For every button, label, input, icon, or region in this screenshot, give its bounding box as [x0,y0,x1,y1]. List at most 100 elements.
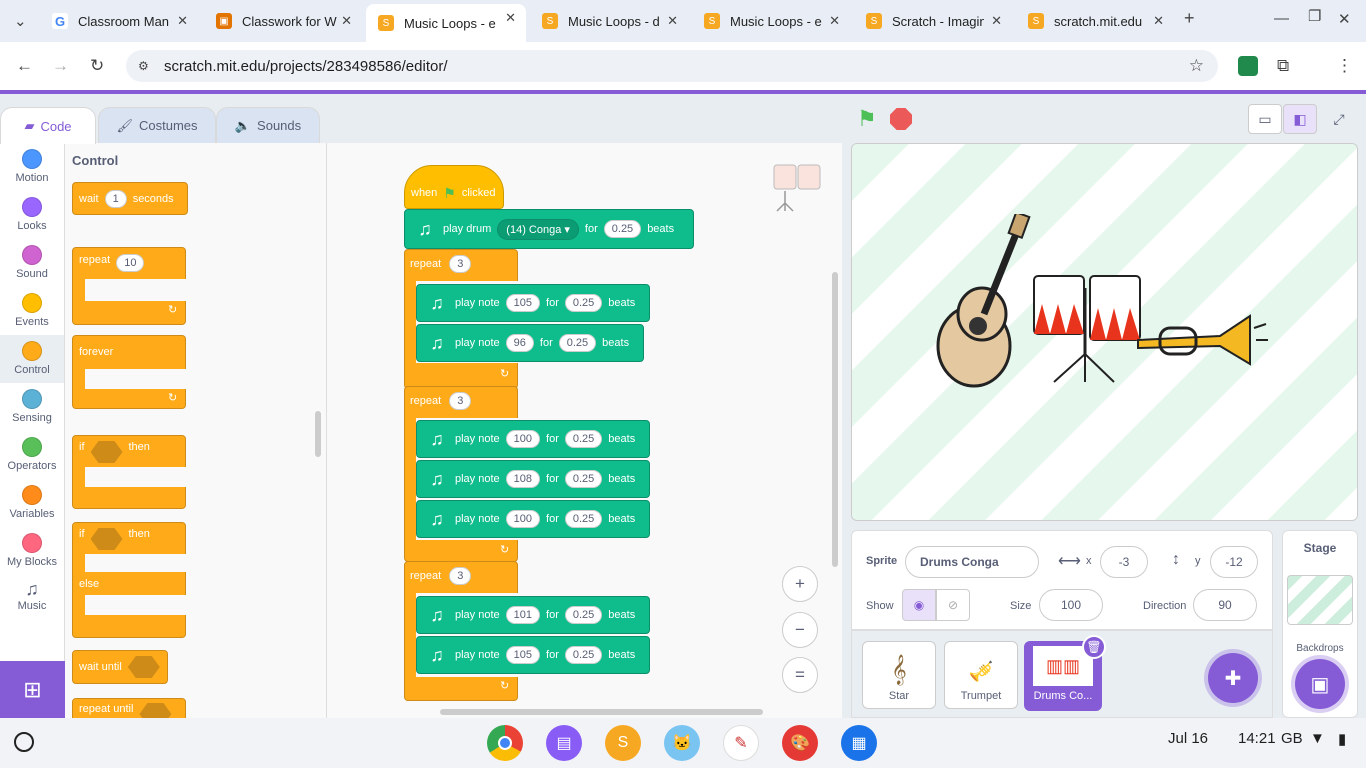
paint-app-icon[interactable]: 🎨 [782,725,818,761]
minimize-icon[interactable]: — [1274,10,1289,27]
chrome-app-icon[interactable] [487,725,523,761]
category-events[interactable]: Events [0,287,64,335]
add-extension-button[interactable]: ⊞ [0,661,65,718]
browser-tab-classwork[interactable]: ▣ Classwork for W ✕ [204,7,362,35]
green-flag-button[interactable]: ⚑ [857,106,877,132]
y-input[interactable]: -12 [1210,546,1258,578]
zoom-out-button[interactable]: − [782,612,818,648]
browser-tab-music-loops-2[interactable]: S Music Loops - d ✕ [530,7,688,35]
beats-input[interactable]: 0.25 [564,470,603,488]
block-play-note[interactable]: ♫ play note 101 for 0.25 beats [416,596,650,634]
category-motion[interactable]: Motion [0,143,64,191]
block-repeat-until[interactable]: repeat until [72,698,186,718]
category-operators[interactable]: Operators [0,431,64,479]
sprite-tile-trumpet[interactable]: 🎺 Trumpet [944,641,1018,709]
size-input[interactable]: 100 [1039,589,1103,621]
category-looks[interactable]: Looks [0,191,64,239]
beats-input[interactable]: 0.25 [564,430,603,448]
close-tab-icon[interactable]: ✕ [341,13,352,29]
stage[interactable] [851,143,1358,521]
beats-input[interactable]: 0.25 [558,334,597,352]
category-variables[interactable]: Variables [0,479,64,527]
condition-slot[interactable] [90,441,123,463]
category-my-blocks[interactable]: My Blocks [0,527,64,575]
close-tab-icon[interactable]: ✕ [829,13,840,29]
drum-beats-input[interactable]: 0.25 [603,220,642,238]
back-icon[interactable]: ← [16,56,33,76]
close-tab-icon[interactable]: ✕ [177,13,188,29]
forward-icon[interactable]: → [52,56,69,76]
block-play-drum[interactable]: ♫ play drum (14) Conga ▾ for 0.25 beats [404,209,694,249]
zoom-reset-button[interactable]: = [782,657,818,693]
launcher-icon[interactable] [14,732,34,752]
browser-tab-music-loops-active[interactable]: S Music Loops - e ✕ [366,4,526,42]
block-play-note[interactable]: ♫ play note 100 for 0.25 beats [416,500,650,538]
direction-input[interactable]: 90 [1193,589,1257,621]
block-play-note[interactable]: ♫ play note 100 for 0.25 beats [416,420,650,458]
block-play-note[interactable]: ♫ play note 105 for 0.25 beats [416,636,650,674]
drums-conga-sprite[interactable] [1032,274,1144,384]
show-hidden-button[interactable]: ⊘ [936,589,970,621]
browser-tab-classroom[interactable]: G Classroom Man ✕ [40,7,198,35]
choose-sprite-button[interactable]: ✚ [1208,653,1258,703]
wait-seconds-input[interactable]: 1 [104,189,127,208]
condition-slot[interactable] [139,703,172,718]
note-input[interactable]: 108 [505,470,541,488]
block-when-flag-clicked[interactable]: when ⚑ clicked [404,165,504,209]
block-play-note[interactable]: ♫ play note 105 for 0.25 beats [416,284,650,322]
time-display[interactable]: 14:21 [1238,730,1276,747]
category-sound[interactable]: Sound [0,239,64,287]
condition-slot[interactable] [90,528,123,550]
battery-icon[interactable]: ▮ [1338,730,1346,748]
tab-sounds[interactable]: 🔈 Sounds [216,107,320,143]
palette-scrollbar[interactable] [315,411,321,457]
note-input[interactable]: 96 [505,334,534,352]
block-wait-until[interactable]: wait until [72,650,168,684]
workspace-horizontal-scrollbar[interactable] [440,709,763,715]
scratch-jr-app-icon[interactable]: 🐱 [664,725,700,761]
workspace-vertical-scrollbar[interactable] [832,272,838,567]
sprite-name-input[interactable]: Drums Conga [905,546,1039,578]
note-input[interactable]: 105 [505,294,541,312]
repeat-count-input[interactable]: 10 [116,254,145,272]
category-control[interactable]: Control [0,335,64,383]
repeat-3-count[interactable]: 3 [449,567,472,585]
close-tab-icon[interactable]: ✕ [1153,13,1164,29]
maximize-icon[interactable]: ❐ [1308,7,1321,25]
beats-input[interactable]: 0.25 [564,646,603,664]
delete-sprite-trash-icon[interactable]: 🗑 [1082,635,1106,659]
close-window-icon[interactable]: ✕ [1338,10,1351,28]
browser-tab-music-loops-3[interactable]: S Music Loops - e ✕ [692,7,850,35]
browser-tab-scratch-mit[interactable]: S scratch.mit.edu ✕ [1016,7,1174,35]
large-stage-button[interactable]: ◧ [1283,104,1317,134]
new-tab-icon[interactable]: + [1184,8,1195,29]
guitar-sprite[interactable] [932,214,1032,394]
wifi-icon[interactable]: ▼ [1310,730,1325,747]
news-app-icon[interactable]: ▦ [841,725,877,761]
condition-slot[interactable] [127,656,160,678]
category-music[interactable]: ♫ Music [0,575,64,623]
note-input[interactable]: 100 [505,430,541,448]
fullscreen-button[interactable]: ⤢ [1322,104,1356,134]
beats-input[interactable]: 0.25 [564,510,603,528]
zoom-in-button[interactable]: + [782,566,818,602]
small-stage-button[interactable]: ▭ [1248,104,1282,134]
beats-input[interactable]: 0.25 [564,606,603,624]
note-input[interactable]: 100 [505,510,541,528]
browser-tab-scratch-imagine[interactable]: S Scratch - Imagin ✕ [854,7,1012,35]
tab-code[interactable]: ▰ Code [0,107,96,144]
sprite-tile-star[interactable]: 𝄞 Star [862,641,936,709]
beats-input[interactable]: 0.25 [564,294,603,312]
code-workspace[interactable]: when ⚑ clicked ♫ play drum (14) Conga ▾ … [327,143,842,718]
stop-button[interactable] [890,108,912,130]
close-tab-icon[interactable]: ✕ [991,13,1002,29]
drum-dropdown[interactable]: (14) Conga ▾ [497,218,579,240]
url-bar[interactable]: ⚙ scratch.mit.edu/projects/283498586/edi… [126,50,1218,82]
stage-target-panel[interactable]: Stage Backdrops ▣ [1282,530,1358,718]
block-play-note[interactable]: ♫ play note 108 for 0.25 beats [416,460,650,498]
trumpet-sprite[interactable] [1130,314,1270,374]
repeat-2-count[interactable]: 3 [449,392,472,410]
tab-costumes[interactable]: 🖌 Costumes [98,107,216,143]
repeat-1-count[interactable]: 3 [449,255,472,273]
block-play-note[interactable]: ♫ play note 96 for 0.25 beats [416,324,644,362]
